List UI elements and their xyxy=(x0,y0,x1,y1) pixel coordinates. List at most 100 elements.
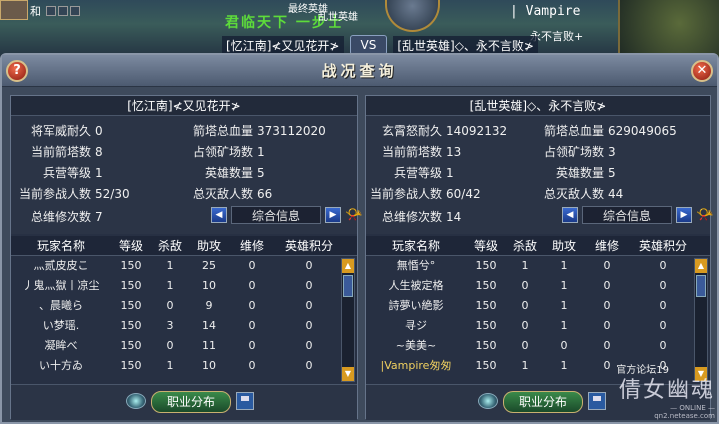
player-name-cell: 詩夢い絶影 xyxy=(388,299,444,312)
job-distribution-button[interactable]: 职业分布 xyxy=(151,391,231,413)
player-name-cell: 無惛兮° xyxy=(396,259,436,272)
hero-score-cell: 0 xyxy=(659,299,667,312)
hero-score-cell: 0 xyxy=(659,279,667,292)
left-scrollbar[interactable]: ▲ ▼ xyxy=(341,258,355,382)
logo-url: qn2.netease.com xyxy=(654,412,715,420)
hero-score-cell: 0 xyxy=(659,259,667,272)
stat-value: 1 xyxy=(95,166,103,180)
next-tab-button[interactable]: ▶ xyxy=(325,207,341,223)
scroll-up-button[interactable]: ▲ xyxy=(342,259,354,273)
table-row[interactable]: ~美美~ 150 0 0 0 0 xyxy=(366,336,710,356)
level-cell: 150 xyxy=(475,279,497,292)
buff-icon[interactable] xyxy=(58,6,68,16)
target-portrait xyxy=(385,0,440,32)
level-cell: 150 xyxy=(475,299,497,312)
player-avatar[interactable] xyxy=(0,0,28,20)
stat-value: 66 xyxy=(257,187,273,201)
scroll-down-button[interactable]: ▼ xyxy=(342,367,354,381)
kills-cell: 1 xyxy=(166,359,174,372)
stat-label: 总灭敌人数 xyxy=(193,187,254,201)
kills-cell: 3 xyxy=(166,319,174,332)
column-header: 英雄积分 xyxy=(284,239,333,253)
table-row[interactable]: 寻ジ 150 0 1 0 0 xyxy=(366,316,710,336)
eye-icon[interactable] xyxy=(478,393,498,409)
window-title: 战况查询 xyxy=(321,62,398,80)
horn-icon[interactable]: 📯 xyxy=(345,207,363,223)
buff-icon[interactable] xyxy=(46,6,56,16)
buff-icon[interactable] xyxy=(70,6,80,16)
stat-value: 7 xyxy=(95,210,103,224)
column-header: 玩家名称 xyxy=(36,239,85,253)
window-titlebar[interactable]: ? 战况查询 ✕ xyxy=(2,55,717,87)
table-row[interactable]: 人生被定格 150 0 1 0 0 xyxy=(366,276,710,296)
assists-cell: 10 xyxy=(202,359,216,372)
kills-cell: 1 xyxy=(521,259,529,272)
stat-label: 总灭敌人数 xyxy=(544,187,605,201)
stat-label: 英雄数量 xyxy=(556,166,605,180)
table-row[interactable]: い梦瑶. 150 3 14 0 0 xyxy=(11,316,357,336)
stat-label: 占领矿场数 xyxy=(193,145,254,159)
repairs-cell: 0 xyxy=(248,279,256,292)
repairs-cell: 0 xyxy=(248,319,256,332)
level-cell: 150 xyxy=(120,299,142,312)
column-header: 英雄积分 xyxy=(638,239,687,253)
repairs-cell: 0 xyxy=(248,299,256,312)
stat-value: 3 xyxy=(608,145,616,159)
stat-value: 1 xyxy=(446,166,454,180)
close-button[interactable]: ✕ xyxy=(691,60,713,82)
scene-player-vampire: | Vampire xyxy=(510,4,581,19)
scroll-thumb[interactable] xyxy=(696,275,706,297)
column-header: 杀敌 xyxy=(512,239,537,253)
next-tab-button[interactable]: ▶ xyxy=(676,207,692,223)
job-distribution-button[interactable]: 职业分布 xyxy=(503,391,583,413)
player-name-cell: |Vampire匆匆 xyxy=(380,359,452,372)
stat-label: 总维修次数 xyxy=(382,210,443,224)
stat-label: 当前参战人数 xyxy=(19,187,92,201)
assists-cell: 11 xyxy=(202,339,216,352)
assists-cell: 1 xyxy=(560,279,568,292)
minimap[interactable] xyxy=(618,0,719,58)
left-guild-name: [忆江南]≮又见花开≯ xyxy=(11,96,357,116)
table-row[interactable]: 灬贰皮皮こ 150 1 25 0 0 xyxy=(11,256,357,276)
column-header: 助攻 xyxy=(551,239,576,253)
assists-cell: 1 xyxy=(560,319,568,332)
stat-value: 5 xyxy=(257,166,265,180)
scene-name-b: 乱世英雄 xyxy=(318,12,358,23)
player-name-cell: ~美美~ xyxy=(395,339,437,352)
table-row[interactable]: 詩夢い絶影 150 0 1 0 0 xyxy=(366,296,710,316)
table-row[interactable]: 、晨曦ら 150 0 9 0 0 xyxy=(11,296,357,316)
stat-label: 玄霄怒耐久 xyxy=(382,124,443,138)
player-name: 和 xyxy=(30,5,41,18)
column-header: 等级 xyxy=(118,239,143,253)
save-icon[interactable] xyxy=(236,392,254,410)
player-name-cell: 寻ジ xyxy=(405,319,427,332)
hero-score-cell: 0 xyxy=(305,339,313,352)
scroll-thumb[interactable] xyxy=(343,275,353,297)
logo-text: 倩女幽魂 xyxy=(618,378,715,403)
table-row[interactable]: 無惛兮° 150 1 1 0 0 xyxy=(366,256,710,276)
eye-icon[interactable] xyxy=(126,393,146,409)
table-row[interactable]: 凝眸べ 150 0 11 0 0 xyxy=(11,336,357,356)
stat-label: 箭塔总血量 xyxy=(193,124,254,138)
prev-tab-button[interactable]: ◀ xyxy=(562,207,578,223)
stat-value: 14 xyxy=(446,210,462,224)
help-button[interactable]: ? xyxy=(6,60,28,82)
versus-right-guild: [乱世英雄]◇、永不言败≯ xyxy=(393,35,538,55)
logo-sub: — ONLINE — xyxy=(670,404,715,412)
repairs-cell: 0 xyxy=(248,339,256,352)
prev-tab-button[interactable]: ◀ xyxy=(211,207,227,223)
save-icon[interactable] xyxy=(588,392,606,410)
horn-icon[interactable]: 📯 xyxy=(696,207,714,223)
left-tab-switcher: ◀ 综合信息 ▶ 📯 xyxy=(211,206,363,224)
column-header: 维修 xyxy=(594,239,619,253)
scroll-up-button[interactable]: ▲ xyxy=(695,259,707,273)
table-row[interactable]: い十方ゐ 150 1 10 0 0 xyxy=(11,356,357,376)
vs-badge: VS xyxy=(349,35,388,55)
kills-cell: 1 xyxy=(166,279,174,292)
right-scrollbar[interactable]: ▲ ▼ xyxy=(694,258,708,382)
player-name-cell: 丿鬼灬獄丨凉尘 xyxy=(22,279,100,292)
assists-cell: 25 xyxy=(202,259,216,272)
column-header: 玩家名称 xyxy=(391,239,440,253)
table-row[interactable]: 丿鬼灬獄丨凉尘 150 1 10 0 0 xyxy=(11,276,357,296)
kills-cell: 1 xyxy=(521,359,529,372)
